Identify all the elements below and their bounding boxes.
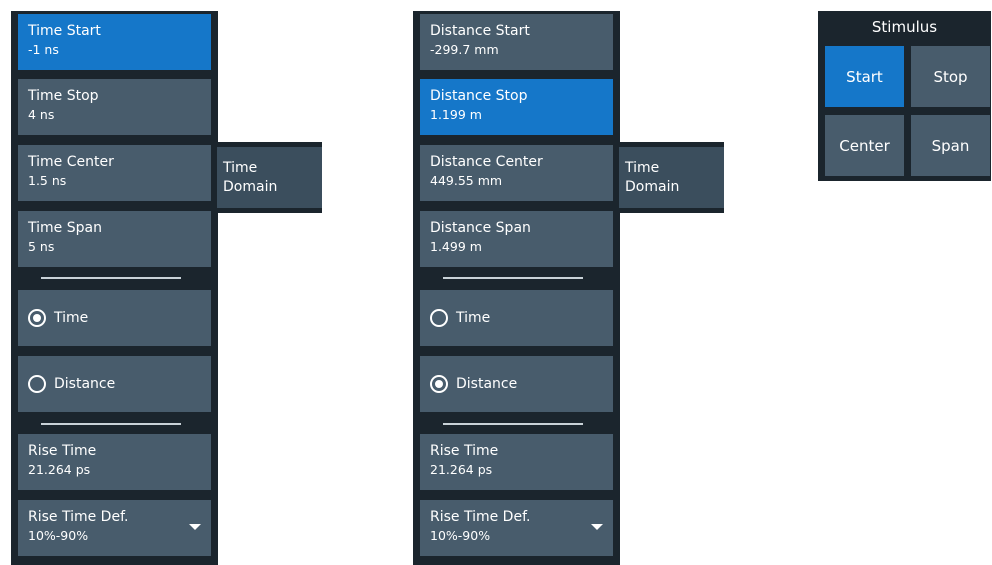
- rise-time-def-label: Rise Time Def.: [430, 509, 531, 525]
- radio-selected-icon: [28, 309, 46, 327]
- rise-time-button[interactable]: Rise Time 21.264 ps: [420, 434, 613, 490]
- stimulus-span-button[interactable]: Span: [911, 115, 990, 176]
- separator: [443, 423, 583, 425]
- radio-time[interactable]: Time: [18, 290, 211, 346]
- distance-center-button[interactable]: Distance Center 449.55 mm: [420, 145, 613, 201]
- stimulus-center-button[interactable]: Center: [825, 115, 904, 176]
- time-stop-label: Time Stop: [28, 88, 99, 104]
- dropdown-arrow-icon: [189, 524, 201, 530]
- rise-time-value: 21.264 ps: [430, 462, 493, 477]
- time-center-label: Time Center: [28, 154, 114, 170]
- radio-time-label: Time: [54, 309, 89, 326]
- distance-stop-button[interactable]: Distance Stop 1.199 m: [420, 79, 613, 135]
- radio-time-label: Time: [456, 309, 491, 326]
- time-domain-flyout[interactable]: Time Domain: [614, 142, 724, 213]
- flyout-line2: Domain: [625, 179, 680, 195]
- rise-time-def-dropdown[interactable]: Rise Time Def. 10%-90%: [420, 500, 613, 556]
- radio-distance[interactable]: Distance: [18, 356, 211, 412]
- time-center-button[interactable]: Time Center 1.5 ns: [18, 145, 211, 201]
- rise-time-def-value: 10%-90%: [430, 528, 491, 543]
- rise-time-label: Rise Time: [430, 443, 499, 459]
- rise-time-label: Rise Time: [28, 443, 97, 459]
- time-stop-button[interactable]: Time Stop 4 ns: [18, 79, 211, 135]
- distance-domain-panel: Distance Start -299.7 mm Distance Stop 1…: [413, 11, 620, 565]
- time-domain-panel: Time Start -1 ns Time Stop 4 ns Time Cen…: [11, 11, 218, 565]
- rise-time-button[interactable]: Rise Time 21.264 ps: [18, 434, 211, 490]
- distance-stop-label: Distance Stop: [430, 88, 528, 104]
- radio-distance-label: Distance: [456, 375, 518, 392]
- rise-time-def-dropdown[interactable]: Rise Time Def. 10%-90%: [18, 500, 211, 556]
- time-domain-flyout-label: Time Domain: [619, 147, 724, 208]
- radio-unselected-icon: [28, 375, 46, 393]
- distance-span-value: 1.499 m: [430, 239, 482, 254]
- distance-center-label: Distance Center: [430, 154, 543, 170]
- distance-start-button[interactable]: Distance Start -299.7 mm: [420, 14, 613, 70]
- radio-selected-icon: [430, 375, 448, 393]
- dropdown-arrow-icon: [591, 524, 603, 530]
- distance-center-value: 449.55 mm: [430, 173, 503, 188]
- time-domain-flyout[interactable]: Time Domain: [212, 142, 322, 213]
- radio-distance-label: Distance: [54, 375, 116, 392]
- rise-time-def-label: Rise Time Def.: [28, 509, 129, 525]
- separator: [443, 277, 583, 279]
- flyout-line1: Time: [223, 160, 258, 176]
- flyout-line1: Time: [625, 160, 660, 176]
- radio-time[interactable]: Time: [420, 290, 613, 346]
- radio-unselected-icon: [430, 309, 448, 327]
- time-center-value: 1.5 ns: [28, 173, 67, 188]
- separator: [41, 277, 181, 279]
- time-start-value: -1 ns: [28, 42, 59, 57]
- distance-span-label: Distance Span: [430, 220, 531, 236]
- time-span-label: Time Span: [28, 220, 102, 236]
- time-start-button[interactable]: Time Start -1 ns: [18, 14, 211, 70]
- distance-start-label: Distance Start: [430, 23, 530, 39]
- radio-distance[interactable]: Distance: [420, 356, 613, 412]
- stimulus-title: Stimulus: [871, 18, 938, 36]
- time-span-value: 5 ns: [28, 239, 55, 254]
- time-start-label: Time Start: [28, 23, 101, 39]
- stimulus-start-button[interactable]: Start: [825, 46, 904, 107]
- stimulus-panel: Stimulus Start Stop Center Span: [818, 11, 991, 181]
- time-span-button[interactable]: Time Span 5 ns: [18, 211, 211, 267]
- stimulus-stop-button[interactable]: Stop: [911, 46, 990, 107]
- distance-stop-value: 1.199 m: [430, 107, 482, 122]
- flyout-line2: Domain: [223, 179, 278, 195]
- distance-span-button[interactable]: Distance Span 1.499 m: [420, 211, 613, 267]
- distance-start-value: -299.7 mm: [430, 42, 499, 57]
- time-domain-flyout-label: Time Domain: [217, 147, 322, 208]
- rise-time-def-value: 10%-90%: [28, 528, 89, 543]
- separator: [41, 423, 181, 425]
- time-stop-value: 4 ns: [28, 107, 55, 122]
- rise-time-value: 21.264 ps: [28, 462, 91, 477]
